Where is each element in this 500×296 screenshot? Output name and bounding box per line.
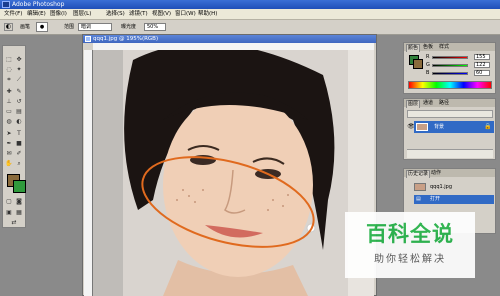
snapshot-thumbnail (414, 183, 426, 191)
toolbox: ⬚ ✥ ◌ ✦ ⌗ ⟋ ✚ ✎ ⊥ ↺ ▭ ▤ ◍ ◐ ➤ T ✒ ■ ✉ ✐ … (2, 45, 26, 228)
document-title: qqq1.jpg @ 195%(RGB) (93, 36, 159, 42)
range-label: 范围 (64, 24, 75, 30)
exposure-label: 曝光度 (121, 24, 137, 30)
menu-file[interactable]: 文件(F) (4, 9, 22, 19)
eraser-tool-icon[interactable]: ▭ (5, 108, 13, 116)
channel-b-slider[interactable] (432, 72, 468, 75)
document-icon (85, 36, 91, 42)
tab-actions[interactable]: 动作 (430, 170, 442, 177)
history-state-icon: ▤ (416, 196, 421, 202)
path-select-tool-icon[interactable]: ➤ (5, 130, 13, 138)
color-panel-tabs: 颜色 色板 样式 (404, 43, 495, 52)
menu-window[interactable]: 窗口(W) (175, 9, 196, 19)
sponge-tool-icon[interactable]: ◐ (4, 23, 13, 31)
channel-g-label: G (426, 62, 430, 68)
type-tool-icon[interactable]: T (15, 130, 23, 138)
slice-tool-icon[interactable]: ⟋ (15, 76, 23, 84)
layer-name: 背景 (434, 124, 445, 130)
app-title: Adobe Photoshop (12, 1, 65, 8)
layer-row-background[interactable]: 背景 🔒 (414, 121, 494, 133)
menu-view[interactable]: 视图(V) (152, 9, 171, 19)
channel-r-slider[interactable] (432, 56, 468, 59)
range-select[interactable]: 暗调 (78, 23, 112, 31)
watermark-subtitle: 助你轻松解决 (374, 254, 446, 265)
brush-label: 画笔 (20, 24, 31, 30)
move-tool-icon[interactable]: ✥ (15, 56, 23, 64)
lasso-tool-icon[interactable]: ◌ (5, 66, 13, 74)
blend-mode-row[interactable] (407, 110, 493, 118)
history-step-open[interactable]: ▤ 打开 (414, 195, 494, 204)
tab-layers[interactable]: 图层 (406, 100, 421, 108)
watermark: 百科全说 助你轻松解决 (345, 212, 475, 278)
history-snapshot[interactable]: qqq1.jpg (414, 183, 494, 192)
channel-b-value[interactable]: 60 (474, 70, 490, 76)
screen-mode-icon[interactable]: ▣ (5, 209, 13, 217)
vertical-ruler (84, 50, 93, 296)
magic-wand-tool-icon[interactable]: ✦ (15, 66, 23, 74)
tab-color[interactable]: 颜色 (406, 44, 421, 52)
options-bar: ◐ 画笔 ● 范围 暗调 曝光度 50% (0, 20, 500, 35)
standard-mode-icon[interactable]: ▢ (5, 198, 13, 206)
photoshop-logo-icon (2, 1, 10, 8)
sponge-tool-button-icon[interactable]: ◐ (15, 118, 23, 126)
blur-tool-icon[interactable]: ◍ (5, 118, 13, 126)
brush-tool-icon[interactable]: ✎ (15, 88, 23, 96)
history-brush-tool-icon[interactable]: ↺ (15, 98, 23, 106)
document-titlebar: qqq1.jpg @ 195%(RGB) (83, 35, 376, 43)
color-ramp[interactable] (408, 81, 492, 89)
channel-r-value[interactable]: 155 (474, 54, 490, 60)
channel-b-label: B (426, 70, 430, 76)
menu-edit[interactable]: 编辑(E) (27, 9, 46, 19)
eyedropper-tool-icon[interactable]: ✐ (15, 150, 23, 158)
gradient-tool-icon[interactable]: ▤ (15, 108, 23, 116)
image-canvas[interactable] (93, 50, 374, 296)
marquee-tool-icon[interactable]: ⬚ (5, 56, 13, 64)
title-bar: Adobe Photoshop (0, 0, 500, 9)
menu-select[interactable]: 选择(S) (106, 9, 125, 19)
tab-swatches[interactable]: 色板 (422, 44, 434, 51)
layers-panel: 图层 通道 路径 👁 背景 🔒 (403, 98, 496, 160)
history-step-label: 打开 (430, 196, 441, 202)
fullscreen-mode-icon[interactable]: ▦ (15, 209, 23, 217)
snapshot-name: qqq1.jpg (430, 184, 453, 190)
menu-bar: 文件(F) 编辑(E) 图像(I) 图层(L) 选择(S) 滤镜(T) 视图(V… (0, 9, 500, 20)
menu-layer[interactable]: 图层(L) (73, 9, 91, 19)
portrait-photo (93, 50, 374, 296)
channel-r-label: R (426, 54, 430, 60)
tab-channels[interactable]: 通道 (422, 100, 434, 107)
menu-filter[interactable]: 滤镜(T) (129, 9, 148, 19)
lock-icon: 🔒 (484, 123, 492, 130)
pen-tool-icon[interactable]: ✒ (5, 140, 13, 148)
color-panel: 颜色 色板 样式 R 155 G 122 B 60 (403, 42, 496, 94)
crop-tool-icon[interactable]: ⌗ (5, 76, 13, 84)
background-color-swatch[interactable] (13, 180, 26, 193)
tab-history[interactable]: 历史记录 (406, 170, 431, 178)
tab-styles[interactable]: 样式 (438, 44, 450, 51)
imageready-icon[interactable]: ⇄ (10, 219, 18, 227)
quickmask-mode-icon[interactable]: ◙ (15, 198, 23, 206)
layers-footer-buttons[interactable] (407, 149, 493, 158)
healing-tool-icon[interactable]: ✚ (5, 88, 13, 96)
menu-help[interactable]: 帮助(H) (198, 9, 217, 19)
tab-paths[interactable]: 路径 (438, 100, 450, 107)
panel-background-swatch[interactable] (413, 59, 423, 69)
brush-preset-picker[interactable]: ● (36, 22, 48, 32)
layers-panel-tabs: 图层 通道 路径 (404, 99, 495, 108)
history-panel-tabs: 历史记录 动作 (404, 169, 495, 178)
channel-g-value[interactable]: 122 (474, 62, 490, 68)
layer-thumbnail (416, 123, 428, 131)
menu-image[interactable]: 图像(I) (50, 9, 67, 19)
watermark-title: 百科全说 (366, 222, 454, 246)
clone-stamp-tool-icon[interactable]: ⊥ (5, 98, 13, 106)
shape-tool-icon[interactable]: ■ (15, 140, 23, 148)
notes-tool-icon[interactable]: ✉ (5, 150, 13, 158)
hand-tool-icon[interactable]: ✋ (5, 160, 13, 168)
zoom-tool-icon[interactable]: ⌕ (15, 160, 23, 168)
exposure-field[interactable]: 50% (144, 23, 166, 31)
channel-g-slider[interactable] (432, 64, 468, 67)
